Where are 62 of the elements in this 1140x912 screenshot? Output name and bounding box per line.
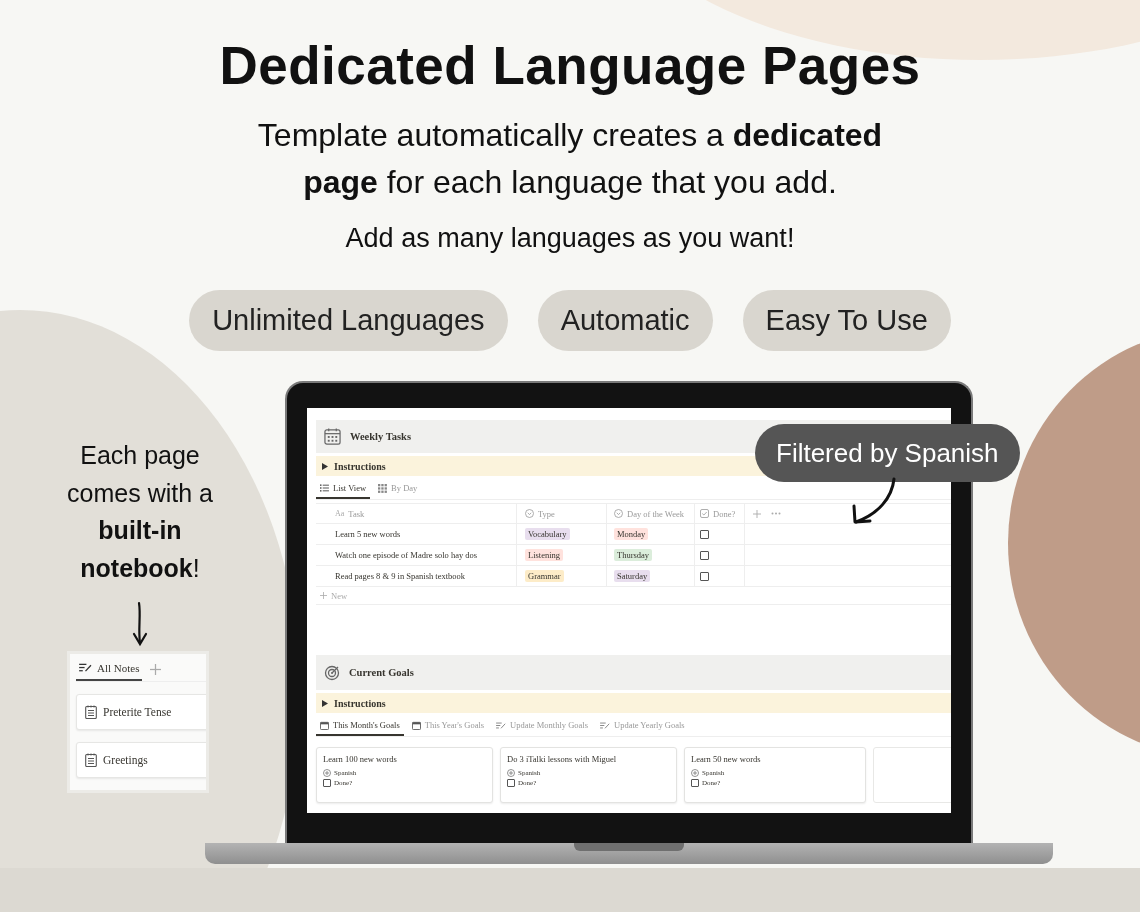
more-icon (771, 512, 781, 515)
day-tag: Thursday (614, 549, 653, 561)
add-column-icon (753, 509, 761, 518)
edit-list-icon (600, 721, 610, 729)
view-tab[interactable]: This Month's Goals (316, 717, 404, 736)
calendar-icon (411, 720, 421, 730)
toggle-triangle-icon (322, 699, 328, 707)
property-type-mark: Aa (335, 509, 345, 518)
filter-tooltip: Filtered by Spanish (755, 424, 1020, 482)
grid-icon (378, 483, 388, 493)
checkbox[interactable] (507, 779, 515, 787)
notes-tab[interactable]: All Notes (76, 658, 143, 681)
goal-title: Do 3 iTalki lessons with Miguel (507, 754, 618, 764)
column-label: Task (348, 508, 365, 519)
checkbox[interactable] (700, 529, 709, 539)
subtitle: Template automatically creates a dedicated page for each language that you add. (256, 116, 884, 202)
select-property-icon (614, 509, 623, 518)
feature-pill: Automatic (537, 290, 713, 351)
task-cell: Learn 5 new words (316, 524, 517, 544)
headline: Dedicated Language Pages (219, 35, 921, 97)
document-icon (85, 705, 97, 719)
list-icon (320, 484, 329, 492)
checkbox[interactable] (323, 779, 331, 787)
checkbox[interactable] (700, 571, 709, 581)
tagline: Add as many languages as you want! (345, 222, 795, 255)
toggle-triangle-icon (322, 462, 328, 470)
feature-pill: Unlimited Languages (189, 290, 508, 351)
add-circle-icon (691, 769, 699, 777)
notebook-callout-text: Each page comes with a built-in notebook! (66, 440, 214, 584)
note-card[interactable]: Preterite Tense (76, 694, 206, 730)
plus-icon (320, 592, 327, 599)
instructions-toggle[interactable]: Instructions (316, 693, 951, 713)
edit-list-icon (496, 721, 507, 729)
section-title: Weekly Tasks (350, 431, 411, 442)
add-circle-icon (323, 769, 331, 777)
type-tag: Grammar (525, 570, 564, 582)
column-label: Type (538, 508, 555, 519)
down-arrow (132, 601, 148, 647)
checkbox[interactable] (700, 550, 709, 560)
note-card[interactable]: Greetings (76, 742, 206, 778)
type-tag: Vocabulary (525, 528, 570, 540)
target-icon (324, 664, 340, 681)
goal-title: Learn 50 new words (691, 754, 762, 764)
document-icon (85, 753, 97, 767)
column-label: Day of the Week (627, 508, 684, 519)
task-cell: Watch one episode of Madre solo hay dos (316, 545, 517, 565)
calendar-icon (324, 428, 341, 445)
section-title: Current Goals (349, 667, 414, 678)
task-cell: Read pages 8 & 9 in Spanish textbook (316, 566, 517, 586)
edit-list-icon (79, 663, 92, 673)
calendar-icon (320, 720, 329, 730)
checkbox[interactable] (691, 779, 699, 787)
select-property-icon (525, 509, 534, 518)
goal-title: Learn 100 new words (323, 754, 398, 764)
view-tab[interactable]: List View (316, 480, 371, 499)
column-label: Done? (713, 508, 736, 519)
day-tag: Monday (614, 528, 649, 540)
day-tag: Saturday (614, 570, 651, 582)
add-circle-icon (507, 769, 515, 777)
checkbox-property-icon (700, 509, 709, 518)
feature-pill: Easy To Use (742, 290, 951, 351)
type-tag: Listening (525, 549, 564, 561)
